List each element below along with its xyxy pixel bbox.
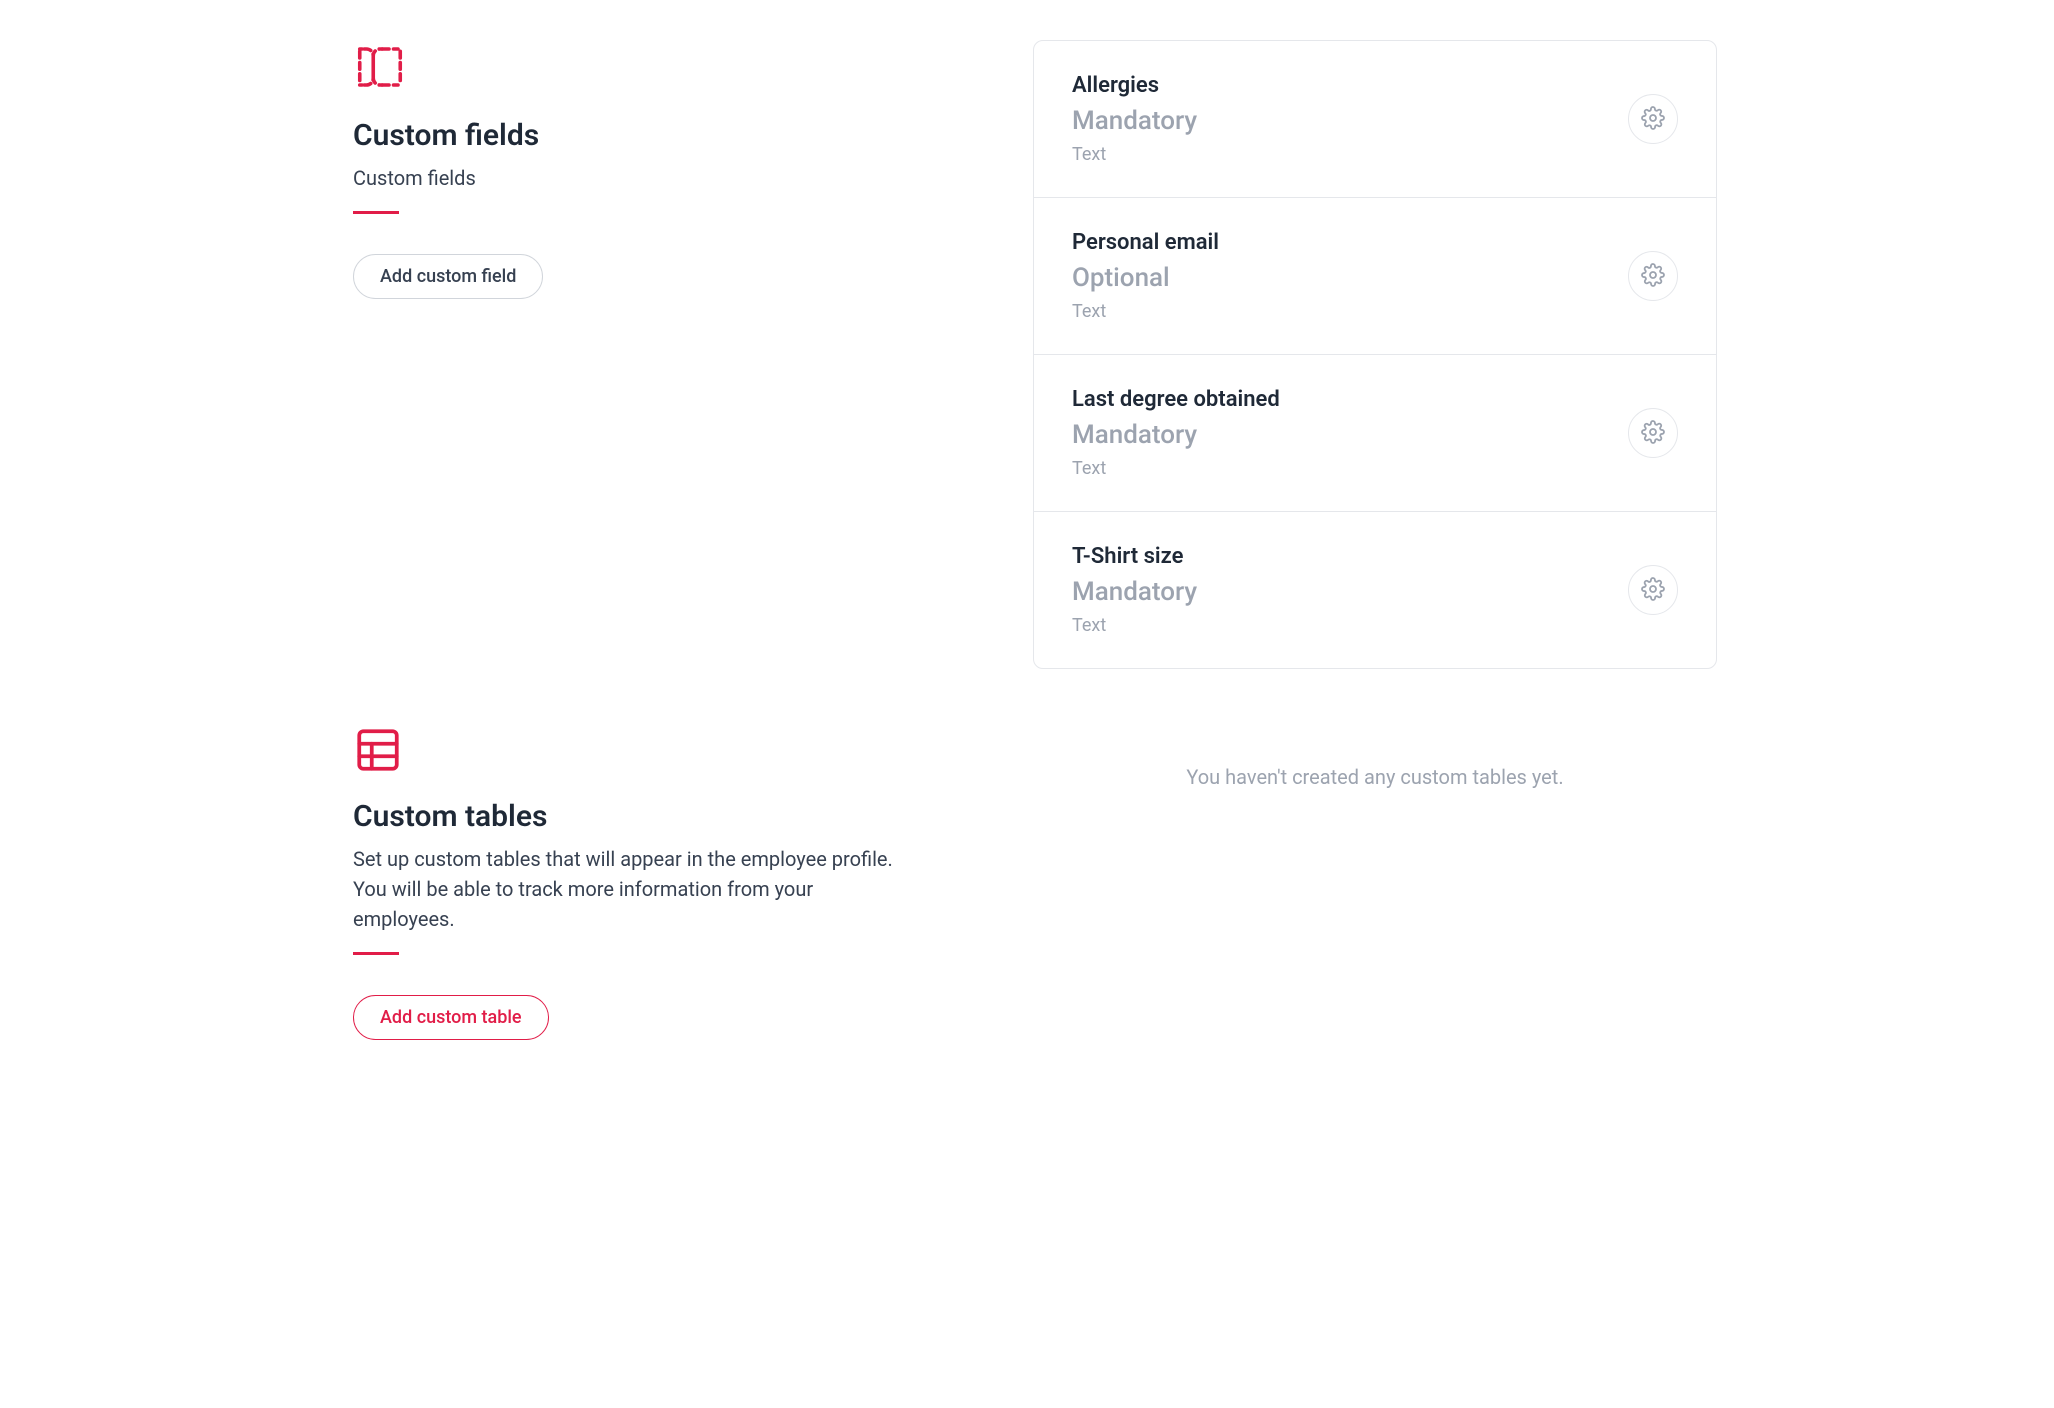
- gear-icon: [1641, 263, 1665, 290]
- gear-icon: [1641, 577, 1665, 604]
- fields-card: Allergies Mandatory Text Personal email …: [1033, 40, 1717, 669]
- field-name: Last degree obtained: [1072, 387, 1280, 412]
- custom-tables-header: Custom tables Set up custom tables that …: [337, 725, 977, 1040]
- custom-fields-subtitle: Custom fields: [353, 163, 913, 193]
- field-settings-button[interactable]: [1628, 565, 1678, 615]
- divider-accent: [353, 952, 399, 955]
- field-row: Personal email Optional Text: [1034, 198, 1716, 355]
- field-requirement: Mandatory: [1072, 106, 1197, 136]
- custom-fields-section: Custom fields Custom fields Add custom f…: [337, 40, 1717, 669]
- field-settings-button[interactable]: [1628, 94, 1678, 144]
- field-name: Personal email: [1072, 230, 1219, 255]
- field-settings-button[interactable]: [1628, 251, 1678, 301]
- add-custom-field-button[interactable]: Add custom field: [353, 254, 543, 299]
- custom-tables-content: You haven't created any custom tables ye…: [1033, 725, 1717, 789]
- field-row: T-Shirt size Mandatory Text: [1034, 512, 1716, 668]
- field-info: Personal email Optional Text: [1072, 230, 1219, 322]
- custom-fields-title: Custom fields: [353, 118, 977, 153]
- field-requirement: Optional: [1072, 263, 1219, 293]
- divider-accent: [353, 211, 399, 214]
- field-type: Text: [1072, 301, 1219, 322]
- field-name: T-Shirt size: [1072, 544, 1197, 569]
- field-settings-button[interactable]: [1628, 408, 1678, 458]
- field-type: Text: [1072, 144, 1197, 165]
- custom-tables-title: Custom tables: [353, 799, 977, 834]
- field-row: Allergies Mandatory Text: [1034, 41, 1716, 198]
- field-requirement: Mandatory: [1072, 577, 1197, 607]
- table-icon: [353, 725, 977, 779]
- field-name: Allergies: [1072, 73, 1197, 98]
- custom-tables-subtitle: Set up custom tables that will appear in…: [353, 844, 913, 934]
- gear-icon: [1641, 106, 1665, 133]
- add-custom-table-button[interactable]: Add custom table: [353, 995, 549, 1040]
- custom-fields-list: Allergies Mandatory Text Personal email …: [1033, 40, 1717, 669]
- field-type: Text: [1072, 458, 1280, 479]
- custom-tables-empty-state: You haven't created any custom tables ye…: [1033, 725, 1717, 789]
- field-info: Allergies Mandatory Text: [1072, 73, 1197, 165]
- field-info: T-Shirt size Mandatory Text: [1072, 544, 1197, 636]
- field-type: Text: [1072, 615, 1197, 636]
- custom-fields-header: Custom fields Custom fields Add custom f…: [337, 40, 977, 299]
- field-row: Last degree obtained Mandatory Text: [1034, 355, 1716, 512]
- gear-icon: [1641, 420, 1665, 447]
- field-info: Last degree obtained Mandatory Text: [1072, 387, 1280, 479]
- text-cursor-icon: [353, 40, 977, 98]
- field-requirement: Mandatory: [1072, 420, 1280, 450]
- custom-tables-section: Custom tables Set up custom tables that …: [337, 725, 1717, 1040]
